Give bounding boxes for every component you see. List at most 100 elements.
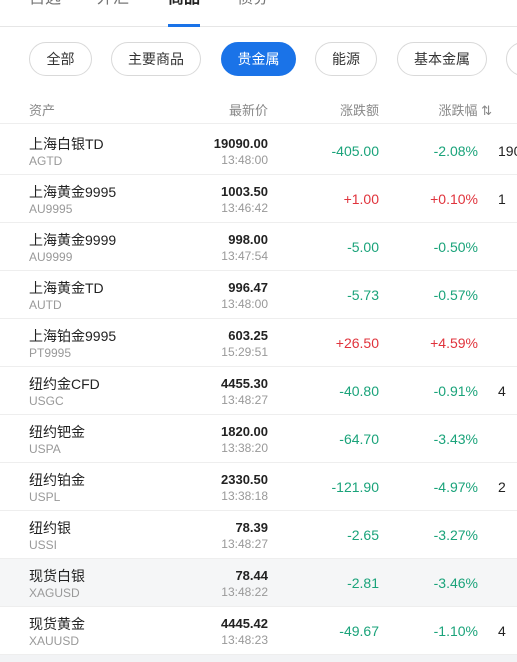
next-column-clipped: 4	[498, 623, 506, 639]
latest-price: 2330.50	[221, 472, 268, 487]
change-percent: -0.50%	[433, 239, 478, 255]
asset-name: 上海白银TD	[29, 136, 104, 152]
latest-price: 998.00	[228, 232, 268, 247]
change-percent: -4.97%	[433, 479, 478, 495]
tab-watchlist[interactable]: 自选	[29, 0, 61, 9]
change-value: -2.65	[347, 527, 379, 543]
asset-code: USPL	[29, 490, 61, 504]
table-row[interactable]: 现货黄金 XAUUSD 4445.42 13:48:23 -49.67 -1.10% 4	[0, 607, 517, 655]
asset-name: 现货白银	[29, 568, 85, 584]
header-percent[interactable]: 涨跌幅 ⇅	[438, 100, 492, 119]
asset-name: 纽约钯金	[29, 424, 85, 440]
market-quotes-page: 自选 外汇 商品 债券 全部 主要商品 贵金属 能源 基本金属 资产 最新价 涨…	[0, 0, 517, 662]
asset-name: 上海黄金TD	[29, 280, 104, 296]
change-value: -40.80	[339, 383, 379, 399]
tab-label: 自选	[29, 0, 61, 7]
asset-code: PT9995	[29, 346, 72, 360]
next-column-clipped: 190	[498, 143, 517, 159]
header-asset: 资产	[29, 103, 56, 118]
asset-name: 纽约银	[29, 520, 71, 536]
latest-price: 996.47	[228, 280, 268, 295]
next-column-clipped: 2	[498, 479, 506, 495]
table-row[interactable]: 纽约铂金 USPL 2330.50 13:38:18 -121.90 -4.97% 2	[0, 463, 517, 511]
next-column-clipped: 1	[498, 191, 506, 207]
change-value: -64.70	[339, 431, 379, 447]
change-percent: +0.10%	[430, 191, 478, 207]
quote-time: 13:48:00	[221, 297, 268, 311]
quote-time: 13:38:18	[221, 489, 268, 503]
active-tab-indicator	[168, 24, 201, 27]
change-value: -5.00	[347, 239, 379, 255]
latest-price: 4445.42	[221, 616, 268, 631]
latest-price: 603.25	[228, 328, 268, 343]
filter-all[interactable]: 全部	[29, 42, 92, 76]
filter-label: 贵金属	[237, 51, 280, 67]
change-percent: -3.43%	[433, 431, 478, 447]
header-price[interactable]: 最新价	[229, 100, 268, 119]
quote-time: 13:48:23	[221, 633, 268, 647]
quote-time: 13:38:20	[221, 441, 268, 455]
filter-label: 基本金属	[414, 51, 470, 67]
table-row[interactable]: 现货白银 XAGUSD 78.44 13:48:22 -2.81 -3.46%	[0, 559, 517, 607]
table-row[interactable]: 上海白银TD AGTD 19090.00 13:48:00 -405.00 -2.08% 1…	[0, 127, 517, 175]
asset-name: 现货黄金	[29, 616, 85, 632]
change-value: -49.67	[339, 623, 379, 639]
next-column-clipped: 4	[498, 383, 506, 399]
table-row[interactable]: 上海黄金9999 AU9999 998.00 13:47:54 -5.00 -0.50%	[0, 223, 517, 271]
table-row[interactable]: 纽约钯金 USPA 1820.00 13:38:20 -64.70 -3.43%	[0, 415, 517, 463]
change-percent: -3.46%	[433, 575, 478, 591]
latest-price: 78.44	[235, 568, 268, 583]
table-header: 资产 最新价 涨跌额 涨跌幅 ⇅	[0, 92, 517, 124]
quote-time: 15:29:51	[221, 345, 268, 359]
asset-code: AGTD	[29, 154, 63, 168]
tab-commodities[interactable]: 商品	[168, 0, 201, 27]
filter-precious-metals[interactable]: 贵金属	[221, 42, 296, 76]
quote-time: 13:48:22	[221, 585, 268, 599]
change-percent: +4.59%	[430, 335, 478, 351]
bottom-divider	[0, 655, 517, 662]
table-row[interactable]: 上海铂金9995 PT9995 603.25 15:29:51 +26.50 +4.59%	[0, 319, 517, 367]
table-row[interactable]: 纽约金CFD USGC 4455.30 13:48:27 -40.80 -0.91% 4	[0, 367, 517, 415]
change-percent: -0.57%	[433, 287, 478, 303]
asset-code: USGC	[29, 394, 64, 408]
latest-price: 4455.30	[221, 376, 268, 391]
asset-code: USSI	[29, 538, 58, 552]
quote-time: 13:48:00	[221, 153, 268, 167]
top-tab-bar: 自选 外汇 商品 债券	[0, 0, 517, 27]
change-percent: -3.27%	[433, 527, 478, 543]
filter-major-commodities[interactable]: 主要商品	[111, 42, 201, 76]
asset-name: 上海黄金9999	[29, 232, 117, 248]
header-change[interactable]: 涨跌额	[340, 100, 379, 119]
asset-code: AUTD	[29, 298, 62, 312]
asset-code: AU9999	[29, 250, 73, 264]
asset-name: 上海黄金9995	[29, 184, 117, 200]
quote-table-body: 上海白银TD AGTD 19090.00 13:48:00 -405.00 -2.08% 1…	[0, 127, 517, 655]
table-row[interactable]: 上海黄金9995 AU9995 1003.50 13:46:42 +1.00 +0.10%…	[0, 175, 517, 223]
latest-price: 1820.00	[221, 424, 268, 439]
filter-label: 能源	[332, 51, 360, 67]
tab-label: 外汇	[97, 0, 129, 7]
filter-more[interactable]	[506, 42, 517, 76]
tab-forex[interactable]: 外汇	[97, 0, 129, 9]
change-percent: -1.10%	[433, 623, 478, 639]
change-value: -405.00	[331, 143, 379, 159]
category-filter-bar: 全部 主要商品 贵金属 能源 基本金属	[0, 42, 517, 78]
tab-label: 债券	[237, 0, 269, 7]
change-percent: -2.08%	[433, 143, 478, 159]
asset-code: XAGUSD	[29, 586, 80, 600]
latest-price: 19090.00	[213, 136, 268, 151]
change-value: -2.81	[347, 575, 379, 591]
filter-energy[interactable]: 能源	[315, 42, 377, 76]
quote-time: 13:48:27	[221, 393, 268, 407]
change-value: -5.73	[347, 287, 379, 303]
table-row[interactable]: 纽约银 USSI 78.39 13:48:27 -2.65 -3.27%	[0, 511, 517, 559]
change-value: +26.50	[335, 335, 379, 351]
table-row[interactable]: 上海黄金TD AUTD 996.47 13:48:00 -5.73 -0.57%	[0, 271, 517, 319]
quote-time: 13:48:27	[221, 537, 268, 551]
tab-bonds[interactable]: 债券	[237, 0, 269, 9]
asset-name: 纽约铂金	[29, 472, 85, 488]
tab-label: 商品	[168, 0, 200, 7]
asset-name: 上海铂金9995	[29, 328, 117, 344]
filter-label: 全部	[46, 51, 75, 67]
filter-base-metals[interactable]: 基本金属	[397, 42, 487, 76]
